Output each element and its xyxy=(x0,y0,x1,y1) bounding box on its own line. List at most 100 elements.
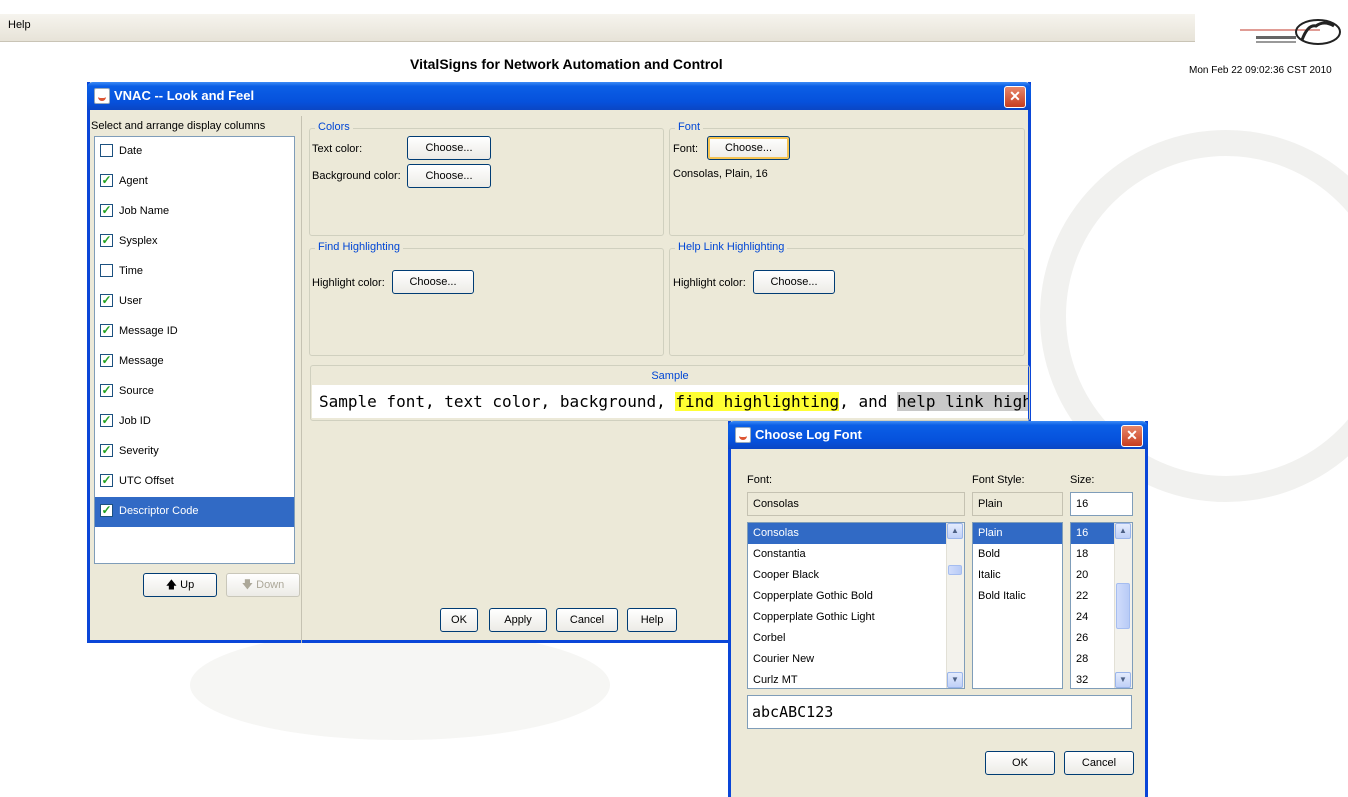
column-item[interactable]: ✓ Source xyxy=(95,377,294,407)
column-item-label: Sysplex xyxy=(119,235,158,247)
background-color-choose-button[interactable]: Choose... xyxy=(407,164,491,188)
help-link-highlighting-group: Help Link Highlighting Highlight color: … xyxy=(669,241,1025,356)
checkbox-checked-icon[interactable]: ✓ xyxy=(100,474,113,487)
close-button[interactable]: ✕ xyxy=(1121,425,1143,447)
font-style-label: Font Style: xyxy=(972,474,1025,486)
font-size-option[interactable]: 18 xyxy=(1071,544,1115,565)
font-size-list[interactable]: 32 28 26 24 22 20 18 16 ▲ ▼ xyxy=(1070,522,1133,689)
checkbox-checked-icon[interactable]: ✓ xyxy=(100,324,113,337)
column-item[interactable]: ✓ Agent xyxy=(95,167,294,197)
column-item-label: Job ID xyxy=(119,415,151,427)
checkbox-checked-icon[interactable]: ✓ xyxy=(100,294,113,307)
column-item[interactable]: ✓ Severity xyxy=(95,437,294,467)
font-name-option[interactable]: Copperplate Gothic Light xyxy=(748,607,947,628)
scroll-thumb[interactable] xyxy=(948,565,962,575)
columns-label: Select and arrange display columns xyxy=(91,120,266,132)
font-size-label: Size: xyxy=(1070,474,1095,486)
font-list-scrollbar[interactable]: ▲ ▼ xyxy=(946,523,964,688)
column-item[interactable]: ✓ Message ID xyxy=(95,317,294,347)
look-and-feel-titlebar[interactable]: VNAC -- Look and Feel ✕ xyxy=(87,82,1031,110)
column-item[interactable]: ✓ Sysplex xyxy=(95,227,294,257)
close-button[interactable]: ✕ xyxy=(1004,86,1026,108)
cancel-button[interactable]: Cancel xyxy=(556,608,618,632)
font-group: Font Font: Choose... Consolas, Plain, 16 xyxy=(669,121,1025,236)
column-item[interactable]: ✓ UTC Offset xyxy=(95,467,294,497)
font-size-option[interactable]: 22 xyxy=(1071,586,1115,607)
column-item-label: Source xyxy=(119,385,154,397)
font-style-list[interactable]: Bold Italic Italic Bold Plain xyxy=(972,522,1063,689)
java-icon xyxy=(94,88,110,104)
up-button[interactable]: 🡅 Up xyxy=(143,573,217,597)
colors-group: Colors Text color: Choose... Background … xyxy=(309,121,664,236)
scroll-up-icon[interactable]: ▲ xyxy=(947,523,963,539)
checkbox-checked-icon[interactable]: ✓ xyxy=(100,354,113,367)
font-name-option[interactable]: Consolas xyxy=(748,523,947,544)
arrow-down-icon: 🡇 xyxy=(241,579,254,591)
font-name-option[interactable]: Copperplate Gothic Bold xyxy=(748,586,947,607)
font-choose-button[interactable]: Choose... xyxy=(707,136,790,160)
font-name-option[interactable]: Courier New xyxy=(748,649,947,670)
font-style-option[interactable]: Plain xyxy=(973,523,1062,544)
font-name-option[interactable]: Constantia xyxy=(748,544,947,565)
font-name-option[interactable]: Corbel xyxy=(748,628,947,649)
column-item[interactable]: ✓ Job ID xyxy=(95,407,294,437)
choose-font-titlebar[interactable]: Choose Log Font ✕ xyxy=(728,421,1148,449)
font-size-option[interactable]: 26 xyxy=(1071,628,1115,649)
checkbox-checked-icon[interactable]: ✓ xyxy=(100,174,113,187)
font-name-option[interactable]: Curlz MT xyxy=(748,670,947,688)
font-size-option[interactable]: 24 xyxy=(1071,607,1115,628)
font-size-input[interactable]: 16 xyxy=(1070,492,1133,516)
menu-help[interactable]: Help xyxy=(8,19,31,31)
scroll-down-icon[interactable]: ▼ xyxy=(1115,672,1131,688)
column-item[interactable]: ✓ User xyxy=(95,287,294,317)
font-ok-button[interactable]: OK xyxy=(985,751,1055,775)
column-item-label: Job Name xyxy=(119,205,170,217)
font-name-list[interactable]: Curlz MT Courier New Corbel Copperplate Got… xyxy=(747,522,965,689)
find-highlighting-title: Find Highlighting xyxy=(315,241,403,253)
size-list-scrollbar[interactable]: ▲ ▼ xyxy=(1114,523,1132,688)
font-size-option[interactable]: 32 xyxy=(1071,670,1115,688)
column-item[interactable]: Date xyxy=(95,137,294,167)
checkbox-checked-icon[interactable]: ✓ xyxy=(100,444,113,457)
checkbox-checked-icon[interactable]: ✓ xyxy=(100,504,113,517)
scroll-down-icon[interactable]: ▼ xyxy=(947,672,963,688)
font-name-label: Font: xyxy=(747,474,773,486)
help-button[interactable]: Help xyxy=(627,608,677,632)
sample-text-plain: Sample font, text color, background, xyxy=(319,392,676,411)
column-item-label: Severity xyxy=(119,445,159,457)
font-style-option[interactable]: Bold xyxy=(973,544,1062,565)
checkbox-checked-icon[interactable]: ✓ xyxy=(100,234,113,247)
sample-title: Sample xyxy=(651,370,689,382)
checkbox-checked-icon[interactable]: ✓ xyxy=(100,384,113,397)
scroll-up-icon[interactable]: ▲ xyxy=(1115,523,1131,539)
font-style-option[interactable]: Italic xyxy=(973,565,1062,586)
help-link-highlight-choose-button[interactable]: Choose... xyxy=(753,270,835,294)
checkbox-checked-icon[interactable]: ✓ xyxy=(100,414,113,427)
panel-divider xyxy=(301,116,302,643)
columns-list[interactable]: Date ✓ Agent ✓ Job Name ✓ Sysplex Time ✓ User ✓ Mes… xyxy=(94,136,295,564)
font-preview: abcABC123 xyxy=(747,695,1132,729)
column-item[interactable]: ✓ Job Name xyxy=(95,197,294,227)
ok-button[interactable]: OK xyxy=(440,608,478,632)
font-style-option[interactable]: Bold Italic xyxy=(973,586,1062,607)
font-cancel-button[interactable]: Cancel xyxy=(1064,751,1134,775)
column-item[interactable]: ✓ Descriptor Code xyxy=(95,497,294,527)
font-size-option[interactable]: 20 xyxy=(1071,565,1115,586)
checkbox-checked-icon[interactable]: ✓ xyxy=(100,204,113,217)
font-name-option[interactable]: Cooper Black xyxy=(748,565,947,586)
apply-button[interactable]: Apply xyxy=(489,608,547,632)
colors-group-title: Colors xyxy=(315,121,353,133)
font-size-option[interactable]: 28 xyxy=(1071,649,1115,670)
column-item[interactable]: ✓ Message xyxy=(95,347,294,377)
scroll-thumb[interactable] xyxy=(1116,583,1130,629)
font-size-option[interactable]: 16 xyxy=(1071,523,1115,544)
background-watermark-shadow xyxy=(190,630,610,740)
checkbox-unchecked-icon[interactable] xyxy=(100,144,113,157)
down-button[interactable]: 🡇 Down xyxy=(226,573,300,597)
window-title: VNAC -- Look and Feel xyxy=(114,88,255,103)
column-item[interactable]: Time xyxy=(95,257,294,287)
find-highlight-color-label: Highlight color: xyxy=(312,277,385,289)
text-color-choose-button[interactable]: Choose... xyxy=(407,136,491,160)
checkbox-unchecked-icon[interactable] xyxy=(100,264,113,277)
find-highlight-choose-button[interactable]: Choose... xyxy=(392,270,474,294)
